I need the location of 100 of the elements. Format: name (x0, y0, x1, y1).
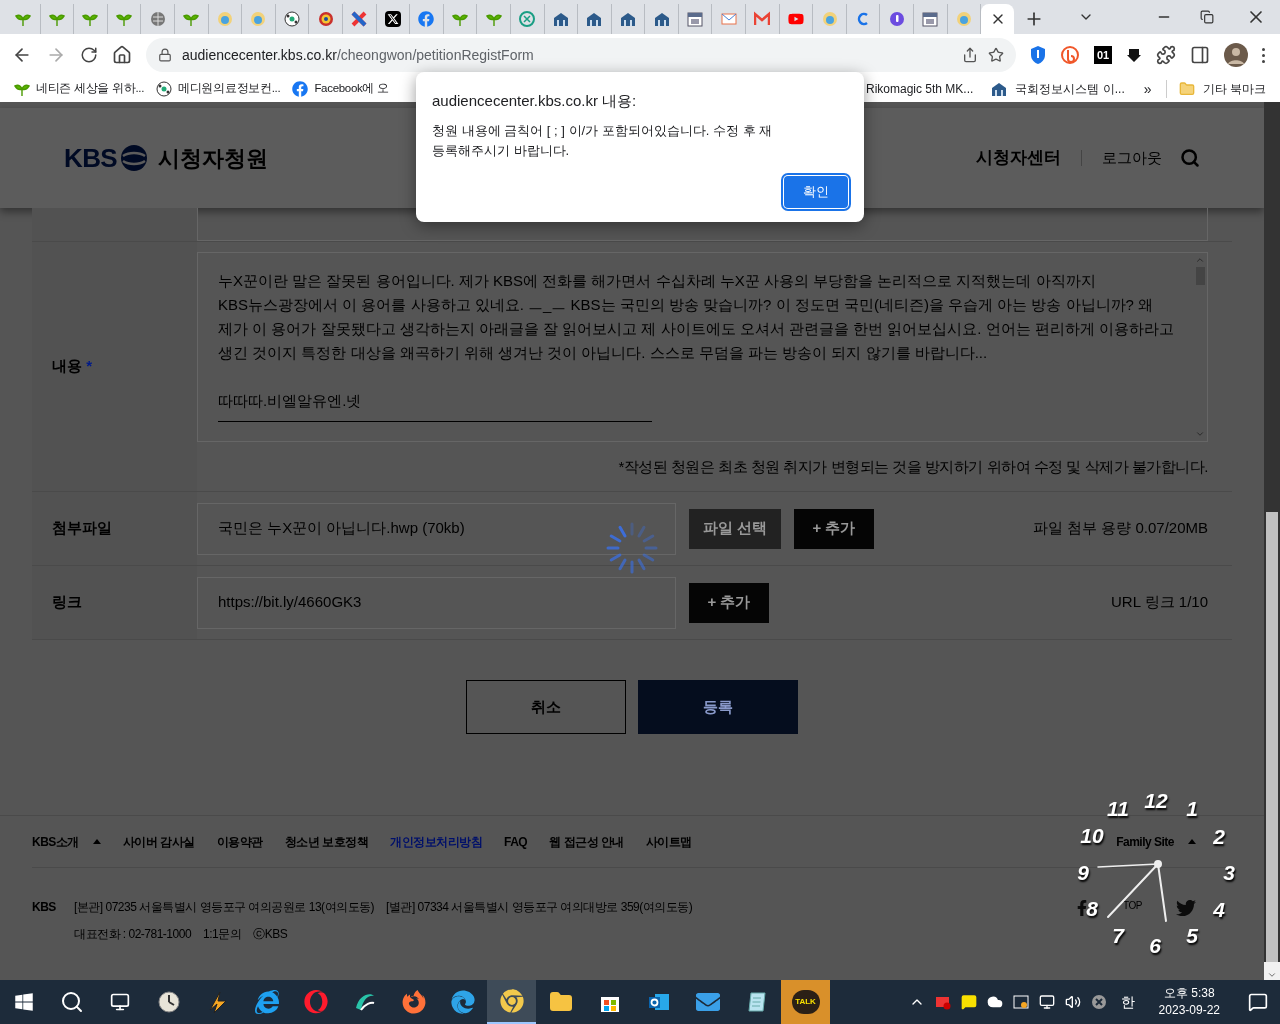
internet-explorer-icon[interactable] (254, 990, 279, 1014)
globe-icon (149, 11, 166, 27)
reload-icon[interactable] (80, 46, 98, 64)
site-title: 시청자청원 (157, 144, 268, 173)
ok-button[interactable]: 확인 (784, 176, 848, 208)
nav-link[interactable]: 로그아웃 (1102, 146, 1162, 170)
content-textarea[interactable] (197, 252, 1208, 442)
round-logo-icon (250, 11, 267, 27)
inquiry-link[interactable]: 1:1문의 (203, 925, 242, 943)
talk-icon[interactable]: TALK (791, 990, 820, 1014)
address-bar[interactable]: audiencecenter.kbs.co.kr/cheongwon/petitionRegistForm (146, 38, 1016, 72)
down-arrow-icon[interactable] (1126, 47, 1142, 63)
mail-icon[interactable] (695, 990, 720, 1014)
twitter-icon[interactable] (1176, 898, 1196, 918)
submit-button[interactable]: 등록 (638, 680, 798, 734)
chat-icon[interactable] (960, 994, 977, 1010)
footer-brand: KBS (32, 899, 57, 916)
nav-link[interactable]: 시청자센터 (976, 145, 1061, 171)
bookmark[interactable]: 네티즌 세상을 위하... (14, 80, 145, 98)
envelope-icon (720, 11, 737, 27)
ball-icon (284, 11, 301, 27)
notifications-icon[interactable] (1248, 992, 1268, 1012)
file-field[interactable]: 국민은 누X꾼이 아닙니다.hwp (70kb) (197, 502, 676, 555)
footer-link[interactable]: 청소년 보호정책 (284, 832, 369, 851)
search-icon[interactable] (60, 990, 84, 1014)
link-field[interactable]: https://bit.ly/4660GK3 (197, 576, 676, 629)
extensions-icon[interactable] (1156, 45, 1176, 65)
clock-display[interactable]: 오후 5:38 2023-09-22 (1148, 985, 1230, 1019)
shield-icon[interactable] (1030, 45, 1046, 65)
tray-app-icon[interactable] (934, 994, 951, 1010)
building-icon (586, 11, 603, 27)
bookmark[interactable]: 국회정보시스템 이... (991, 80, 1125, 98)
folder-icon[interactable] (548, 990, 573, 1014)
calendar-icon (922, 11, 939, 27)
restore-icon[interactable] (1200, 10, 1214, 24)
footer-link[interactable]: 사이트맵 (645, 832, 692, 851)
field-label: 내용 * (52, 356, 92, 377)
bookmark-folder[interactable]: 기타 북마크 (1165, 80, 1266, 98)
play-icon (787, 11, 804, 27)
footer-link[interactable]: FAQ (504, 832, 528, 851)
bookmark-star-icon[interactable] (988, 47, 1004, 63)
choose-file-button[interactable]: 파일 선택 (689, 508, 781, 549)
scroll-thumb[interactable] (1266, 512, 1278, 962)
calendar-icon (687, 11, 704, 27)
bookmark[interactable]: 메디원의료정보컨... (156, 80, 281, 98)
clock-app-icon[interactable] (156, 990, 181, 1014)
clock-numeral: 2 (1213, 825, 1225, 847)
round-b-icon[interactable] (1060, 45, 1080, 65)
tray-app-icon[interactable] (1012, 994, 1029, 1010)
start-icon[interactable] (14, 992, 34, 1012)
opera-icon[interactable] (303, 990, 328, 1014)
field-label: 첨부파일 (52, 518, 112, 539)
clock-numeral: 11 (1107, 797, 1129, 819)
round-logo-icon (955, 11, 972, 27)
volume-icon[interactable] (1064, 994, 1081, 1010)
cloud-icon[interactable] (986, 994, 1003, 1010)
network-icon[interactable] (1038, 994, 1055, 1010)
dialog-title: audiencecenter.kbs.co.kr 내용: (432, 91, 638, 111)
share-icon[interactable] (962, 47, 978, 63)
status-x-icon[interactable] (1090, 994, 1107, 1010)
bookmark[interactable]: Facebook에 오 (292, 80, 389, 98)
textarea-text: ——————————————————————————————— (218, 413, 653, 427)
knot-icon (519, 11, 536, 27)
footer-link[interactable]: 사이버 감사실 (122, 832, 195, 851)
bookmark[interactable]: Rikomagic 5th MK... (866, 80, 974, 98)
top-button[interactable]: TOP (1123, 898, 1142, 913)
extension-badge[interactable]: 01 (1094, 46, 1112, 64)
facebook-icon (418, 11, 435, 27)
cancel-button[interactable]: 취소 (466, 680, 626, 734)
chrome-icon[interactable] (499, 989, 524, 1013)
add-link-button[interactable]: + 추가 (689, 582, 769, 623)
clock-numeral: 3 (1223, 861, 1235, 883)
add-file-button[interactable]: + 추가 (794, 508, 874, 549)
task-view-icon[interactable] (110, 992, 130, 1012)
building-icon (552, 11, 569, 27)
firefox-icon[interactable] (401, 990, 426, 1014)
round-logo-icon (216, 11, 233, 27)
phone-text: 대표전화 : 02-781-1000 (74, 926, 192, 943)
clock-numeral: 10 (1080, 824, 1104, 846)
menu-icon[interactable] (1262, 47, 1265, 63)
clock-numeral: 12 (1144, 789, 1168, 811)
scroll-down-icon[interactable] (1267, 970, 1277, 980)
input-language[interactable]: 한 (1116, 991, 1139, 1013)
attachment-size-text: 파일 첨부 용량 0.07/20MB (1032, 518, 1208, 539)
family-site-dropdown[interactable]: Family Site (1116, 832, 1196, 851)
footer-link[interactable]: 웹 접근성 안내 (549, 832, 624, 851)
round-logo-icon (821, 11, 838, 27)
footer-link[interactable]: KBS소개 (32, 832, 101, 851)
side-panel-icon[interactable] (1190, 45, 1210, 65)
footer-link[interactable]: 이용약관 (216, 832, 263, 851)
dialog-message: 청원 내용에 금칙어 [ ; ] 이/가 포함되어있습니다. 수정 후 재 등록해주시기 바랍니다. (432, 121, 774, 160)
logo-emblem-icon (119, 144, 148, 172)
folder-icon (1178, 81, 1195, 97)
avatar-icon[interactable] (1224, 43, 1248, 67)
home-icon[interactable] (112, 45, 132, 65)
kbs-logo: KBS (64, 141, 117, 175)
building-icon (620, 11, 636, 27)
drop-icon (888, 11, 905, 27)
more-bookmarks[interactable]: » (1143, 78, 1152, 100)
edge-icon[interactable] (450, 990, 475, 1014)
